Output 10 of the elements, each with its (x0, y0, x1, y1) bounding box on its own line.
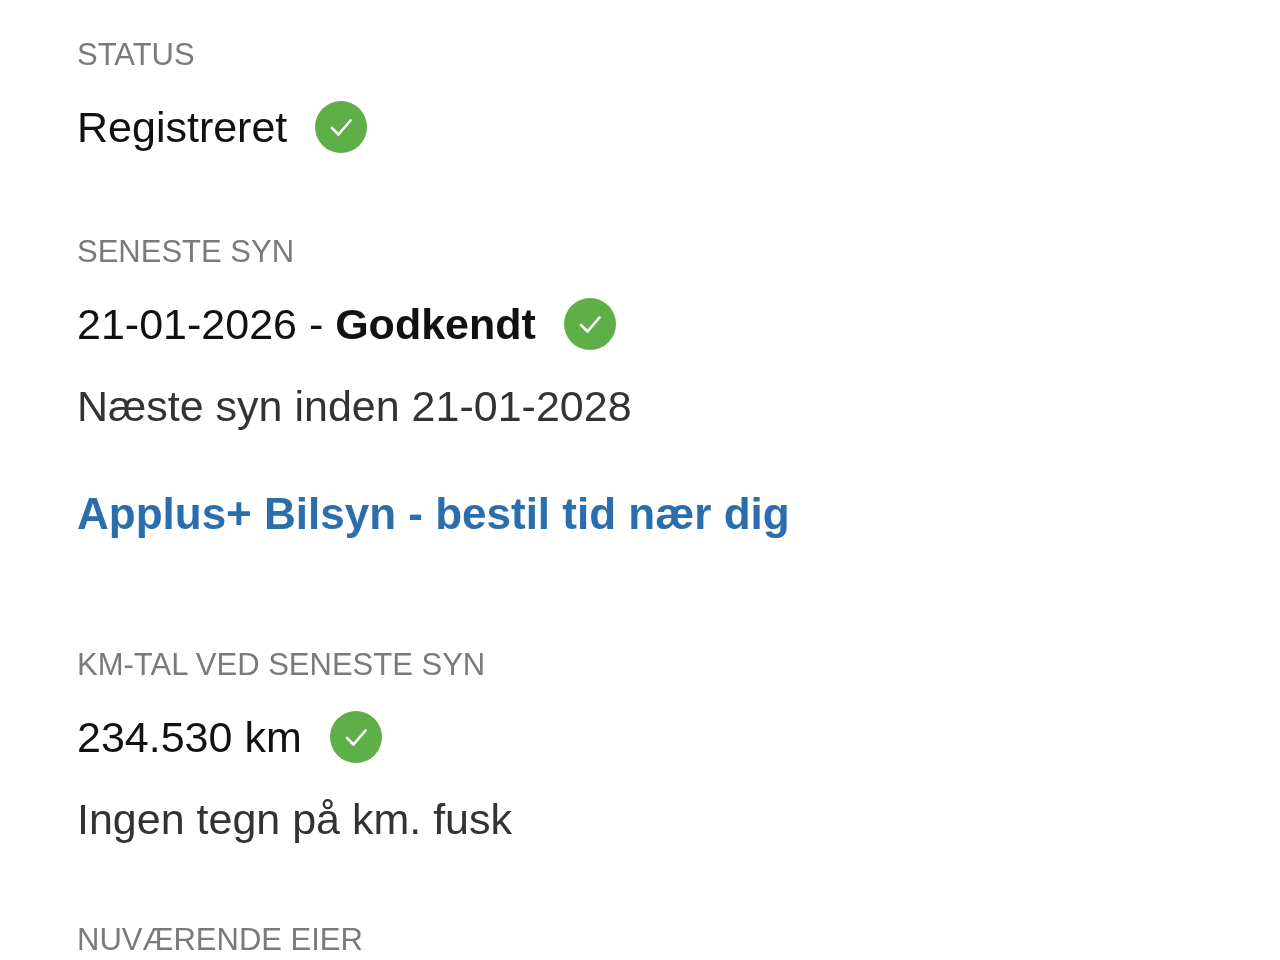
note-text: Næste syn inden 21-01-2028 (77, 381, 632, 432)
field-label: KM-TAL VED SENESTE SYN (77, 647, 486, 683)
value-text: Registreret (77, 102, 288, 153)
value-text: 21-01-2026 - Godkendt (77, 299, 536, 350)
value-text: 234.530 km (77, 712, 302, 763)
field-label: STATUS (77, 37, 195, 73)
field-label: SENESTE SYN (77, 234, 295, 270)
booking-link[interactable]: Applus+ Bilsyn - bestil tid nær dig (77, 486, 790, 542)
note-text: Ingen tegn på km. fusk (77, 794, 513, 845)
field-label: NUVÆRENDE EIER (77, 922, 363, 958)
